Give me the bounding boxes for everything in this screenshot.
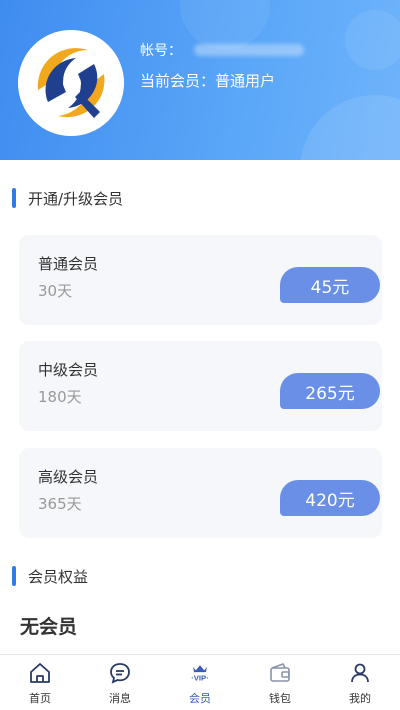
avatar[interactable] bbox=[18, 30, 124, 136]
bottom-tab-bar: 首页 消息 ·VIP· 会员 钱包 我的 bbox=[0, 654, 400, 710]
plan-price-button[interactable]: 45元 bbox=[280, 267, 380, 303]
current-member-status: 当前会员：普通用户 bbox=[140, 72, 276, 90]
account-label: 帐号： bbox=[140, 43, 182, 59]
decor-bubble bbox=[300, 95, 400, 160]
plan-name: 中级会员 bbox=[38, 361, 99, 379]
svg-text:·VIP·: ·VIP· bbox=[191, 674, 209, 683]
account-row: 帐号： bbox=[140, 40, 304, 60]
tab-label: 首页 bbox=[29, 692, 51, 705]
tab-label: 消息 bbox=[109, 692, 131, 705]
plan-card-advanced[interactable]: 高级会员 365天 420元 bbox=[19, 448, 382, 538]
plan-card-intermediate[interactable]: 中级会员 180天 265元 bbox=[19, 341, 382, 431]
tab-label: 钱包 bbox=[269, 692, 291, 705]
tab-vip[interactable]: ·VIP· 会员 bbox=[160, 655, 240, 710]
plan-name: 普通会员 bbox=[38, 255, 99, 273]
tab-messages[interactable]: 消息 bbox=[80, 655, 160, 710]
plan-name: 高级会员 bbox=[38, 468, 99, 486]
membership-status: 无会员 bbox=[20, 616, 78, 638]
section-accent-bar bbox=[12, 566, 16, 586]
tab-label: 我的 bbox=[349, 692, 371, 705]
vip-icon: ·VIP· bbox=[188, 661, 212, 685]
upgrade-section-title: 开通/升级会员 bbox=[12, 187, 123, 209]
plan-card-basic[interactable]: 普通会员 30天 45元 bbox=[19, 235, 382, 325]
wallet-icon bbox=[268, 661, 292, 685]
benefits-section-title: 会员权益 bbox=[12, 565, 88, 587]
decor-bubble bbox=[345, 10, 400, 70]
section-accent-bar bbox=[12, 188, 16, 208]
profile-header: 帐号： 当前会员：普通用户 bbox=[0, 0, 400, 160]
benefits-title-text: 会员权益 bbox=[28, 567, 89, 586]
home-icon bbox=[28, 661, 52, 685]
account-number-blurred bbox=[194, 44, 304, 56]
plan-price-button[interactable]: 420元 bbox=[280, 480, 380, 516]
message-icon bbox=[108, 661, 132, 685]
tab-label: 会员 bbox=[189, 692, 211, 705]
plan-duration: 30天 bbox=[38, 282, 73, 300]
avatar-logo-icon bbox=[18, 30, 124, 136]
tab-home[interactable]: 首页 bbox=[0, 655, 80, 710]
plan-duration: 180天 bbox=[38, 388, 82, 406]
user-icon bbox=[348, 661, 372, 685]
tab-wallet[interactable]: 钱包 bbox=[240, 655, 320, 710]
plan-price-button[interactable]: 265元 bbox=[280, 373, 380, 409]
plan-duration: 365天 bbox=[38, 495, 82, 513]
tab-profile[interactable]: 我的 bbox=[320, 655, 400, 710]
upgrade-title-text: 开通/升级会员 bbox=[28, 189, 124, 208]
